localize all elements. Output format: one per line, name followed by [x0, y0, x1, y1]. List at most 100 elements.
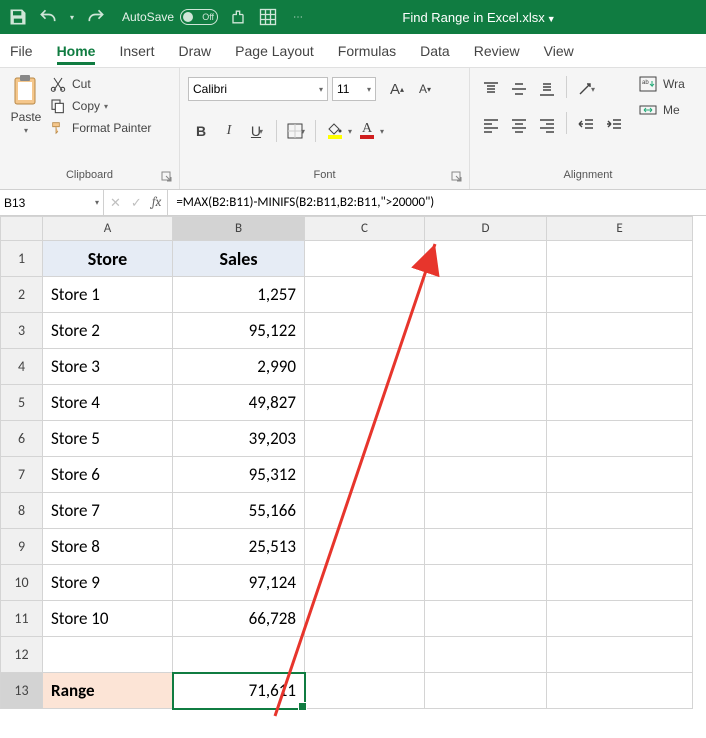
- row-header[interactable]: 5: [1, 385, 43, 421]
- col-header-e[interactable]: E: [547, 217, 693, 241]
- col-header-b[interactable]: B: [173, 217, 305, 241]
- cell[interactable]: 55,166: [173, 493, 305, 529]
- align-bottom-icon[interactable]: [534, 76, 560, 102]
- col-header-d[interactable]: D: [425, 217, 547, 241]
- cell[interactable]: Store 7: [43, 493, 173, 529]
- row-header[interactable]: 6: [1, 421, 43, 457]
- cell[interactable]: [305, 421, 425, 457]
- clipboard-launcher-icon[interactable]: [161, 171, 173, 183]
- align-left-icon[interactable]: [478, 112, 504, 138]
- cancel-formula-icon[interactable]: ✕: [110, 195, 121, 211]
- row-header[interactable]: 2: [1, 277, 43, 313]
- cell[interactable]: 49,827: [173, 385, 305, 421]
- cell[interactable]: Store 10: [43, 601, 173, 637]
- cell[interactable]: 97,124: [173, 565, 305, 601]
- cell[interactable]: [547, 385, 693, 421]
- cell[interactable]: [547, 277, 693, 313]
- format-painter-button[interactable]: Format Painter: [50, 120, 151, 136]
- cell[interactable]: [305, 673, 425, 709]
- cell[interactable]: [425, 457, 547, 493]
- decrease-indent-icon[interactable]: [573, 112, 599, 138]
- name-box-caret-icon[interactable]: ▾: [95, 198, 99, 207]
- borders-button[interactable]: ▾: [283, 118, 309, 144]
- cell[interactable]: [547, 637, 693, 673]
- autosave-toggle[interactable]: AutoSave Off: [122, 9, 218, 25]
- cell[interactable]: [425, 637, 547, 673]
- row-header[interactable]: 9: [1, 529, 43, 565]
- align-middle-icon[interactable]: [506, 76, 532, 102]
- cell[interactable]: Store 6: [43, 457, 173, 493]
- cell[interactable]: [547, 565, 693, 601]
- grid-view-icon[interactable]: [258, 7, 278, 27]
- align-right-icon[interactable]: [534, 112, 560, 138]
- undo-menu-caret-icon[interactable]: ▾: [68, 7, 76, 27]
- cell[interactable]: 1,257: [173, 277, 305, 313]
- cell[interactable]: [547, 457, 693, 493]
- cell[interactable]: [305, 385, 425, 421]
- insert-function-icon[interactable]: fx: [152, 195, 162, 210]
- cell[interactable]: [425, 385, 547, 421]
- copy-button[interactable]: Copy ▾: [50, 98, 151, 114]
- cell[interactable]: [425, 565, 547, 601]
- cell[interactable]: [425, 493, 547, 529]
- tab-home[interactable]: Home: [57, 37, 96, 65]
- cell[interactable]: Store 4: [43, 385, 173, 421]
- row-header[interactable]: 4: [1, 349, 43, 385]
- cell-range-label[interactable]: Range: [43, 673, 173, 709]
- cell[interactable]: [305, 637, 425, 673]
- row-header[interactable]: 1: [1, 241, 43, 277]
- cell[interactable]: [305, 313, 425, 349]
- paste-button[interactable]: Paste ▾: [8, 72, 44, 169]
- tab-data[interactable]: Data: [420, 37, 450, 65]
- tab-review[interactable]: Review: [474, 37, 520, 65]
- cell[interactable]: [547, 493, 693, 529]
- tab-formulas[interactable]: Formulas: [338, 37, 396, 65]
- row-header[interactable]: 10: [1, 565, 43, 601]
- row-header[interactable]: 7: [1, 457, 43, 493]
- tab-view[interactable]: View: [544, 37, 574, 65]
- cell[interactable]: [305, 277, 425, 313]
- cell[interactable]: [305, 349, 425, 385]
- cell[interactable]: Store 2: [43, 313, 173, 349]
- enter-formula-icon[interactable]: ✓: [131, 195, 142, 211]
- cell[interactable]: Store 5: [43, 421, 173, 457]
- cell[interactable]: [305, 529, 425, 565]
- undo-icon[interactable]: [38, 7, 58, 27]
- cell[interactable]: [547, 421, 693, 457]
- col-header-c[interactable]: C: [305, 217, 425, 241]
- underline-button[interactable]: U▾: [244, 118, 270, 144]
- tab-file[interactable]: File: [10, 37, 33, 65]
- wrap-text-button[interactable]: ab Wra: [639, 76, 685, 92]
- orientation-icon[interactable]: ▾: [573, 76, 599, 102]
- font-launcher-icon[interactable]: [451, 171, 463, 183]
- cell[interactable]: [425, 277, 547, 313]
- cell[interactable]: [173, 637, 305, 673]
- share-icon[interactable]: [228, 7, 248, 27]
- worksheet-grid[interactable]: A B C D E 1 Store Sales 2Store 11,2573St…: [0, 216, 706, 709]
- cell[interactable]: [547, 241, 693, 277]
- font-size-selector[interactable]: 11 ▾: [332, 77, 376, 101]
- row-header[interactable]: 11: [1, 601, 43, 637]
- cell[interactable]: 25,513: [173, 529, 305, 565]
- row-header[interactable]: 12: [1, 637, 43, 673]
- merge-center-button[interactable]: Me: [639, 102, 685, 118]
- font-name-selector[interactable]: Calibri ▾: [188, 77, 328, 101]
- cell[interactable]: [305, 565, 425, 601]
- save-icon[interactable]: [8, 7, 28, 27]
- align-center-icon[interactable]: [506, 112, 532, 138]
- cell[interactable]: Store: [43, 241, 173, 277]
- cell[interactable]: [547, 529, 693, 565]
- cell[interactable]: [305, 601, 425, 637]
- cell[interactable]: [305, 457, 425, 493]
- cell[interactable]: Store 9: [43, 565, 173, 601]
- bold-button[interactable]: B: [188, 118, 214, 144]
- redo-icon[interactable]: [86, 7, 106, 27]
- select-all-corner[interactable]: [1, 217, 43, 241]
- cell[interactable]: [547, 601, 693, 637]
- font-color-caret-icon[interactable]: ▾: [380, 127, 384, 136]
- cell[interactable]: [425, 241, 547, 277]
- formula-input[interactable]: =MAX(B2:B11)-MINIFS(B2:B11,B2:B11,">2000…: [168, 190, 706, 215]
- cell[interactable]: [425, 421, 547, 457]
- paste-menu-caret-icon[interactable]: ▾: [24, 126, 28, 135]
- cell[interactable]: Store 8: [43, 529, 173, 565]
